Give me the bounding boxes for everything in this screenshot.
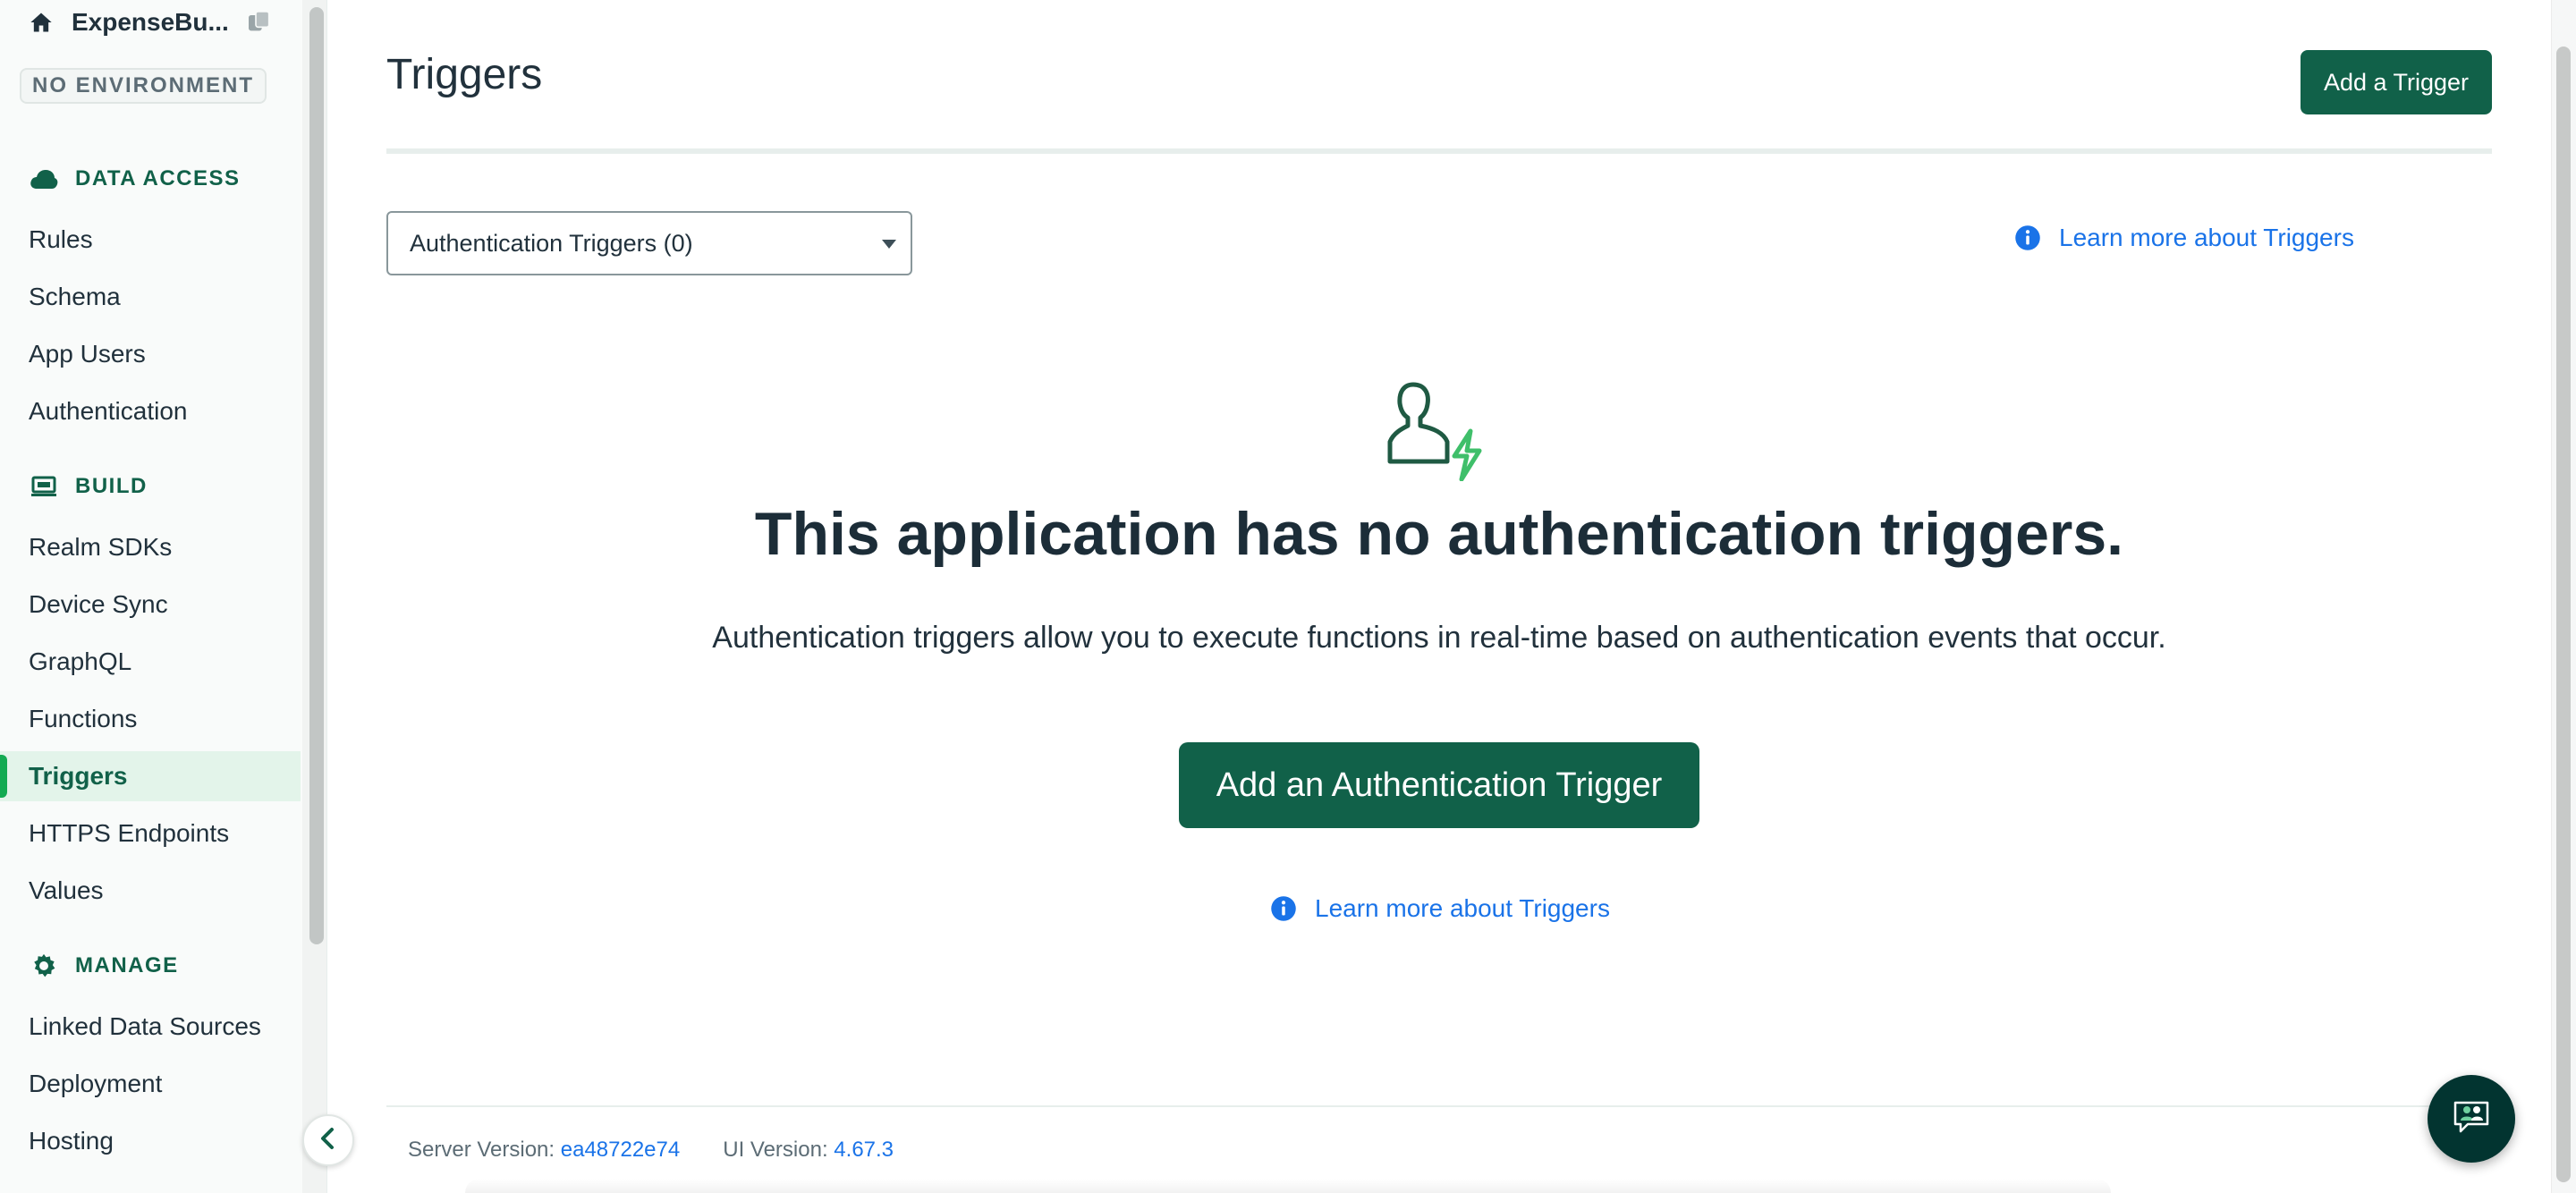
chat-support-button[interactable] [2428, 1075, 2515, 1163]
collapse-sidebar-button[interactable] [302, 1114, 354, 1166]
app-header[interactable]: ExpenseBu... [29, 4, 274, 41]
sidebar-item-linked-data-sources[interactable]: Linked Data Sources [0, 1002, 301, 1052]
sidebar-item-values[interactable]: Values [0, 866, 301, 916]
learn-more-label: Learn more about Triggers [1315, 894, 1610, 922]
page-title: Triggers [386, 51, 543, 98]
sidebar-item-realm-sdks[interactable]: Realm SDKs [0, 522, 301, 572]
info-icon [1270, 895, 1297, 922]
chevron-left-icon [318, 1127, 338, 1155]
footer-shadow [465, 1179, 2111, 1193]
home-icon[interactable] [29, 9, 55, 36]
caret-down-icon [882, 240, 896, 249]
app-name[interactable]: ExpenseBu... [72, 8, 229, 37]
ui-version: UI Version: 4.67.3 [723, 1138, 894, 1163]
add-authentication-trigger-button[interactable]: Add an Authentication Trigger [1179, 742, 1699, 828]
add-trigger-button[interactable]: Add a Trigger [2301, 50, 2492, 114]
footer-divider [386, 1105, 2492, 1107]
learn-more-link-top[interactable]: Learn more about Triggers [2014, 224, 2354, 252]
empty-state-title: This application has no authentication t… [754, 500, 2124, 568]
sidebar-item-app-users[interactable]: App Users [0, 329, 301, 379]
sidebar-item-rules[interactable]: Rules [0, 215, 301, 265]
sidebar-item-functions[interactable]: Functions [0, 694, 301, 744]
sidebar-item-device-sync[interactable]: Device Sync [0, 580, 301, 630]
sidebar-item-https-endpoints[interactable]: HTTPS Endpoints [0, 808, 301, 859]
info-icon [2014, 224, 2041, 251]
sidebar-item-hosting[interactable]: Hosting [0, 1116, 301, 1166]
main-scrollbar-thumb[interactable] [2556, 47, 2571, 1182]
chat-icon [2452, 1099, 2491, 1139]
sidebar-item-graphql[interactable]: GraphQL [0, 637, 301, 687]
section-header-manage: MANAGE [29, 948, 179, 984]
empty-state-description: Authentication triggers allow you to exe… [712, 621, 2166, 655]
user-bolt-icon [1385, 381, 1492, 482]
section-title: DATA ACCESS [75, 166, 241, 190]
footer: Server Version: ea48722e74 UI Version: 4… [408, 1138, 894, 1163]
gear-icon [29, 951, 59, 981]
laptop-icon [29, 471, 59, 502]
cloud-icon [29, 164, 59, 194]
copy-icon[interactable] [245, 8, 274, 37]
environment-badge[interactable]: NO ENVIRONMENT [20, 68, 267, 104]
section-header-data-access: DATA ACCESS [29, 161, 241, 197]
learn-more-link-bottom[interactable]: Learn more about Triggers [1270, 894, 1610, 923]
section-title: BUILD [75, 474, 148, 498]
trigger-type-select[interactable]: Authentication Triggers (0) [386, 211, 912, 275]
server-version: Server Version: ea48722e74 [408, 1138, 680, 1163]
ui-version-label: UI Version: [723, 1138, 828, 1162]
ui-version-link[interactable]: 4.67.3 [834, 1138, 894, 1162]
header-divider [386, 148, 2492, 154]
sidebar: ExpenseBu... NO ENVIRONMENT DATA ACCESS … [0, 0, 304, 1193]
section-title: MANAGE [75, 953, 179, 977]
sidebar-item-schema[interactable]: Schema [0, 272, 301, 322]
learn-more-label: Learn more about Triggers [2059, 224, 2354, 251]
server-version-label: Server Version: [408, 1138, 555, 1162]
server-version-link[interactable]: ea48722e74 [561, 1138, 680, 1162]
sidebar-item-triggers[interactable]: Triggers [0, 751, 301, 801]
trigger-type-select-value: Authentication Triggers (0) [410, 229, 693, 257]
sidebar-item-deployment[interactable]: Deployment [0, 1059, 301, 1109]
sidebar-item-authentication[interactable]: Authentication [0, 386, 301, 436]
sidebar-scrollbar-thumb[interactable] [309, 7, 324, 944]
section-header-build: BUILD [29, 469, 148, 504]
